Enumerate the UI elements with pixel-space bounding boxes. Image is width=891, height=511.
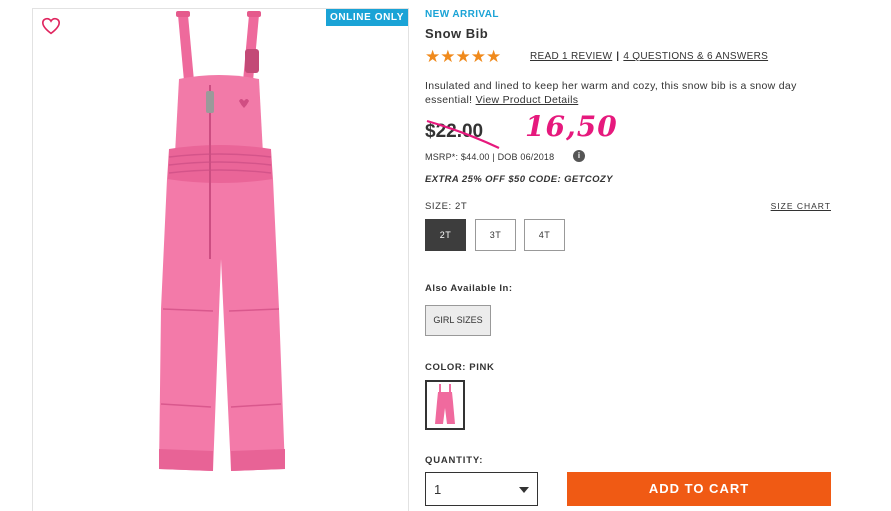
color-swatch-pink[interactable] <box>425 380 465 430</box>
add-to-cart-button[interactable]: ADD TO CART <box>567 472 831 506</box>
product-photo <box>159 11 285 471</box>
product-image-panel: ONLINE ONLY <box>32 8 409 511</box>
quantity-value: 1 <box>434 482 442 497</box>
heart-outline-icon[interactable] <box>41 17 61 35</box>
quantity-label: QUANTITY: <box>425 455 484 466</box>
chevron-down-icon <box>519 487 529 493</box>
online-only-badge: ONLINE ONLY <box>325 9 408 26</box>
size-chart-link[interactable]: SIZE CHART <box>771 201 831 211</box>
handwritten-price: 16,50 <box>525 110 618 143</box>
girl-sizes-button[interactable]: GIRL SIZES <box>425 305 491 336</box>
strikethrough-mark <box>426 119 500 149</box>
new-arrival-tag: NEW ARRIVAL <box>425 9 499 20</box>
rating-stars-icon: ★★★★★ <box>425 47 502 66</box>
size-option-2t[interactable]: 2T <box>425 219 466 251</box>
review-links: READ 1 REVIEW | 4 QUESTIONS & 6 ANSWERS <box>530 51 768 62</box>
color-label: COLOR: PINK <box>425 362 495 373</box>
view-product-details-link[interactable]: View Product Details <box>476 94 579 106</box>
msrp-text: MSRP*: $44.00 | DOB 06/2018 <box>425 152 555 162</box>
promo-text: EXTRA 25% OFF $50 CODE: GETCOZY <box>425 174 613 185</box>
size-option-4t[interactable]: 4T <box>524 219 565 251</box>
size-option-3t[interactable]: 3T <box>475 219 516 251</box>
review-separator: | <box>616 51 620 62</box>
read-reviews-link[interactable]: READ 1 REVIEW <box>530 51 612 62</box>
questions-answers-link[interactable]: 4 QUESTIONS & 6 ANSWERS <box>623 51 768 62</box>
product-description: Insulated and lined to keep her warm and… <box>425 79 815 107</box>
swatch-thumbnail <box>435 384 455 424</box>
info-icon[interactable]: i <box>573 150 585 162</box>
size-label: SIZE: 2T <box>425 201 468 212</box>
product-title: Snow Bib <box>425 26 489 41</box>
also-available-label: Also Available In: <box>425 283 513 294</box>
quantity-select[interactable]: 1 <box>425 472 538 506</box>
